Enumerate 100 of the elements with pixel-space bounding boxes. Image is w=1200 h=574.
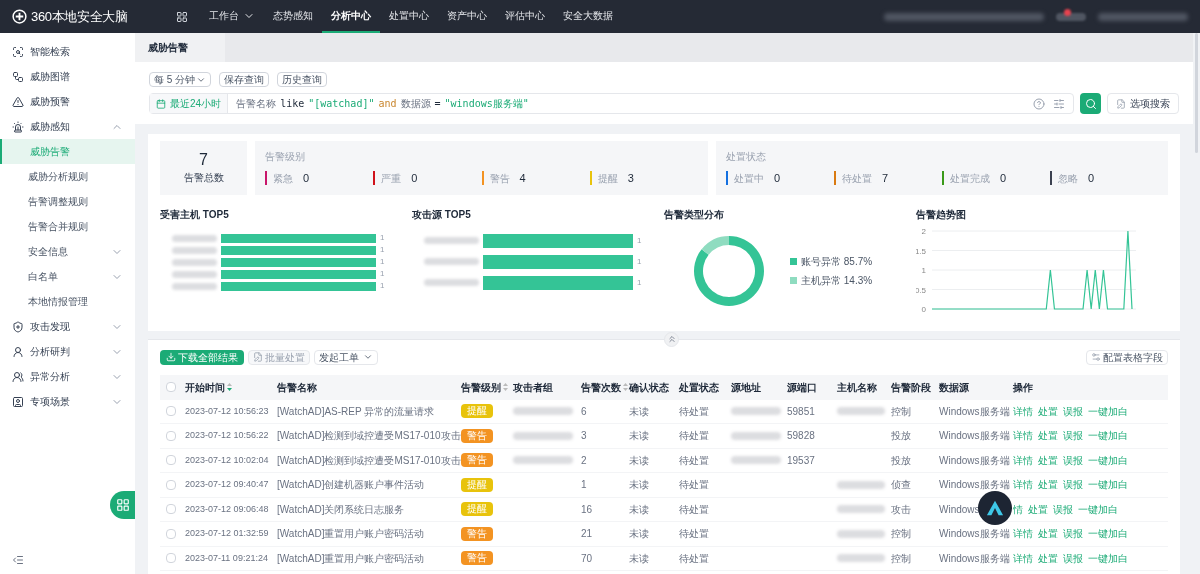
stat-count: 0 — [1088, 171, 1095, 186]
bar-value-label: 1 — [637, 278, 642, 287]
row-checkbox[interactable] — [166, 553, 176, 564]
column-header[interactable]: 主机名称 — [837, 379, 877, 395]
calendar-icon — [156, 98, 166, 109]
apps-icon[interactable] — [175, 10, 188, 23]
nav-tab[interactable]: 安全大数据 — [553, 0, 622, 33]
row-checkbox[interactable] — [166, 504, 176, 515]
table-cell-text: Windows服务端 — [939, 527, 1010, 542]
nav-tab[interactable]: 资产中心 — [437, 0, 496, 33]
sidebar-item[interactable]: 异常分析 — [0, 364, 135, 389]
table-cell-text: 2023-07-12 09:40:47 — [185, 478, 269, 491]
sidebar-subitem[interactable]: 白名单 — [0, 264, 135, 289]
notification-icon[interactable] — [1056, 12, 1086, 21]
query-button[interactable]: 保存查询 — [219, 72, 269, 87]
stat-group-title: 告警级别 — [265, 150, 306, 164]
table-cell-text: 控制 — [891, 551, 911, 566]
help-icon[interactable] — [1033, 97, 1045, 110]
sidebar-item[interactable]: 攻击发现 — [0, 314, 135, 339]
redacted-label — [424, 237, 479, 244]
stat-label: 提醒 — [597, 171, 618, 186]
shield-icon — [12, 320, 24, 333]
stat-count: 7 — [882, 171, 889, 186]
nav-tab[interactable]: 评估中心 — [495, 0, 554, 33]
column-header[interactable]: 开始时间 — [185, 379, 232, 395]
total-label: 告警总数 — [183, 171, 224, 186]
sidebar-item[interactable]: 专项场景 — [0, 389, 135, 414]
sidebar-item[interactable]: 分析研判 — [0, 339, 135, 364]
bar-value-label: 1 — [637, 236, 642, 245]
sidebar-item[interactable]: 威胁图谱 — [0, 64, 135, 89]
column-header[interactable]: 告警阶段 — [891, 379, 931, 395]
row-checkbox[interactable] — [166, 430, 176, 441]
table-cell-text: 未读 — [629, 551, 649, 566]
search-icon — [1084, 97, 1097, 110]
column-header[interactable]: 处置状态 — [679, 379, 719, 395]
stat-label: 处置完成 — [950, 171, 990, 186]
bar-value-label: 1 — [380, 270, 385, 278]
axis-tick-label: 0.5 — [916, 285, 926, 294]
page-tab[interactable]: 威胁告警 — [135, 33, 225, 62]
query-field[interactable]: 最近24小时 告警名称 like "[watchad]" and 数据源 = "windows服务端" — [149, 93, 1074, 114]
column-header[interactable]: 告警名称 — [277, 379, 317, 395]
stat-count: 0 — [411, 171, 418, 186]
stat-label: 紧急 — [273, 171, 293, 186]
table-cell-text: 未读 — [629, 453, 649, 468]
select-all-checkbox[interactable] — [166, 382, 176, 392]
configure-columns-button[interactable]: 配置表格字段 — [1086, 349, 1168, 365]
axis-tick-label: 1.5 — [916, 246, 926, 255]
option-search-button[interactable]: 选项搜索 — [1107, 93, 1179, 114]
ticket-button[interactable]: 发起工单 — [314, 349, 378, 365]
collapse-handle[interactable] — [664, 331, 679, 347]
redacted-label — [513, 431, 573, 440]
column-header[interactable]: 源地址 — [731, 379, 761, 395]
sidebar-subitem[interactable]: 本地情报管理 — [0, 289, 135, 314]
bar-value-label: 1 — [380, 282, 385, 290]
row-checkbox[interactable] — [166, 455, 176, 466]
axis-tick-label: 2 — [921, 226, 926, 236]
axis-tick-label: 1 — [921, 265, 926, 275]
severity-tag: 警告 — [461, 551, 493, 566]
search-button[interactable] — [1080, 93, 1101, 114]
collapse-icon[interactable] — [12, 554, 24, 566]
column-header[interactable]: 操作 — [1013, 379, 1033, 395]
users-icon — [12, 370, 24, 383]
nav-tab[interactable]: 工作台 — [199, 0, 264, 33]
query-token: "[watchad]" — [308, 97, 375, 111]
column-header[interactable]: 源端口 — [787, 379, 817, 395]
sidebar-subitem[interactable]: 安全信息 — [0, 239, 135, 264]
table-cell: 2023-07-11 09:21:24 — [185, 551, 268, 565]
table-cell-text: 未读 — [629, 502, 649, 517]
row-checkbox[interactable] — [166, 479, 176, 490]
stat-count: 0 — [1000, 171, 1007, 186]
table-cell-text: 待处置 — [679, 478, 709, 493]
row-checkbox[interactable] — [166, 406, 176, 417]
redacted-label — [424, 258, 479, 265]
table-cell-text: 3 — [581, 429, 587, 444]
sidebar-item[interactable]: 威胁感知 — [0, 114, 135, 139]
column-header[interactable]: 确认状态 — [629, 379, 669, 395]
nav-tab[interactable]: 态势感知 — [263, 0, 322, 33]
table-cell-text: 6 — [581, 404, 587, 419]
sidebar-item[interactable]: 威胁预警 — [0, 89, 135, 114]
sidebar-subitem[interactable]: 告警合并规则 — [0, 214, 135, 239]
column-header[interactable]: 告警级别 — [461, 379, 508, 395]
table-cell-text: 待处置 — [679, 527, 709, 542]
row-checkbox[interactable] — [166, 528, 176, 539]
sidebar-item[interactable]: 智能检索 — [0, 39, 135, 64]
column-header[interactable]: 数据源 — [939, 379, 969, 395]
sidebar-subitem[interactable]: 威胁分析规则 — [0, 164, 135, 189]
sidebar-subitem[interactable]: 告警调整规则 — [0, 189, 135, 214]
column-header[interactable]: 告警次数 — [581, 379, 628, 395]
redacted-label — [424, 279, 479, 286]
caret-icon — [363, 352, 373, 362]
interval-select[interactable]: 每 5 分钟 — [149, 72, 211, 87]
query-button[interactable]: 历史查询 — [277, 72, 327, 87]
table-cell-text: [WatchAD]检测到域控遭受MS17-010攻击 — [277, 429, 461, 444]
column-header[interactable]: 攻击者组 — [513, 379, 553, 395]
table-cell-text: 2023-07-12 10:56:22 — [185, 429, 269, 442]
severity-tag: 提醒 — [461, 477, 493, 492]
apps-button[interactable] — [110, 491, 135, 519]
settings-icon[interactable] — [1053, 97, 1065, 110]
nav-tab[interactable]: 处置中心 — [379, 0, 438, 33]
table-cell-text: Windows服务端 — [939, 551, 1010, 566]
